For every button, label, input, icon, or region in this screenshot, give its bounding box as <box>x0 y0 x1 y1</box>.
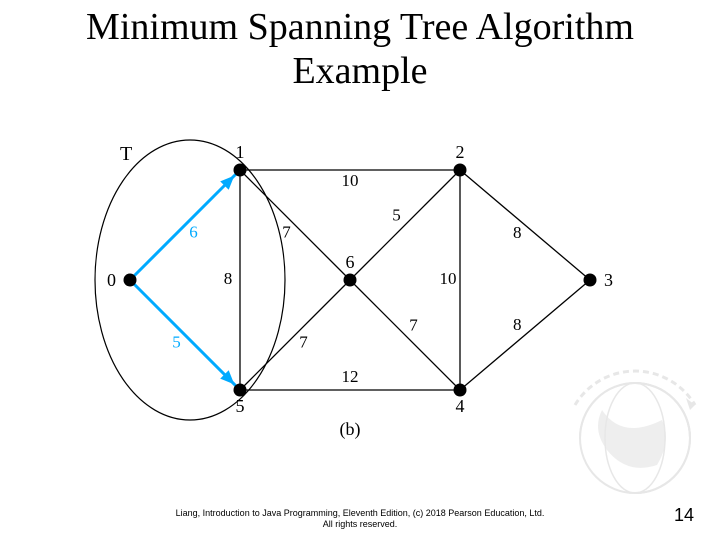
node-label-n3: 3 <box>604 270 613 290</box>
graph-svg: T6510785108871270123456(b) <box>90 130 630 440</box>
node-n6 <box>344 274 357 287</box>
edge-weight-n1-n5: 8 <box>224 269 233 288</box>
edge-weight-n1-n6: 7 <box>282 222 291 241</box>
edge-weight-n5-n6: 7 <box>299 332 308 351</box>
node-n4 <box>454 384 467 397</box>
title-line-1: Minimum Spanning Tree Algorithm <box>86 6 634 48</box>
edge-weight-n1-n2: 10 <box>342 171 359 190</box>
edge-n0-n5 <box>130 280 240 390</box>
edge-weight-n4-n5: 12 <box>342 367 359 386</box>
edge-weight-n0-n1: 6 <box>189 222 198 241</box>
node-label-n1: 1 <box>236 142 245 162</box>
tree-set-label: T <box>120 143 132 165</box>
footer-line-1: Liang, Introduction to Java Programming,… <box>176 508 545 518</box>
edge-weight-n2-n6: 5 <box>392 206 401 225</box>
node-n3 <box>584 274 597 287</box>
edge-n1-n6 <box>240 170 350 280</box>
graph-figure: T6510785108871270123456(b) <box>90 130 630 440</box>
page-title: Minimum Spanning Tree Algorithm Example <box>0 6 720 93</box>
edge-n4-n6 <box>350 280 460 390</box>
node-n0 <box>124 274 137 287</box>
node-n5 <box>234 384 247 397</box>
node-n2 <box>454 164 467 177</box>
node-label-n0: 0 <box>107 270 116 290</box>
edge-n2-n3 <box>460 170 590 280</box>
edge-weight-n3-n4: 8 <box>513 315 522 334</box>
title-line-2: Example <box>292 50 427 92</box>
figure-caption: (b) <box>340 419 361 440</box>
page-number: 14 <box>674 505 694 526</box>
edge-n0-n1 <box>130 170 240 280</box>
footer-line-2: All rights reserved. <box>323 519 398 529</box>
node-label-n4: 4 <box>456 396 465 416</box>
edge-weight-n0-n5: 5 <box>172 332 181 351</box>
node-label-n6: 6 <box>346 252 355 272</box>
edge-weight-n4-n6: 7 <box>409 316 418 335</box>
edge-n2-n6 <box>350 170 460 280</box>
edge-n5-n6 <box>240 280 350 390</box>
node-label-n5: 5 <box>236 396 245 416</box>
footer: Liang, Introduction to Java Programming,… <box>0 508 720 530</box>
globe-decoration <box>560 350 710 500</box>
edge-weight-n2-n3: 8 <box>513 223 522 242</box>
edge-weight-n2-n4: 10 <box>440 269 457 288</box>
node-n1 <box>234 164 247 177</box>
node-label-n2: 2 <box>456 142 465 162</box>
